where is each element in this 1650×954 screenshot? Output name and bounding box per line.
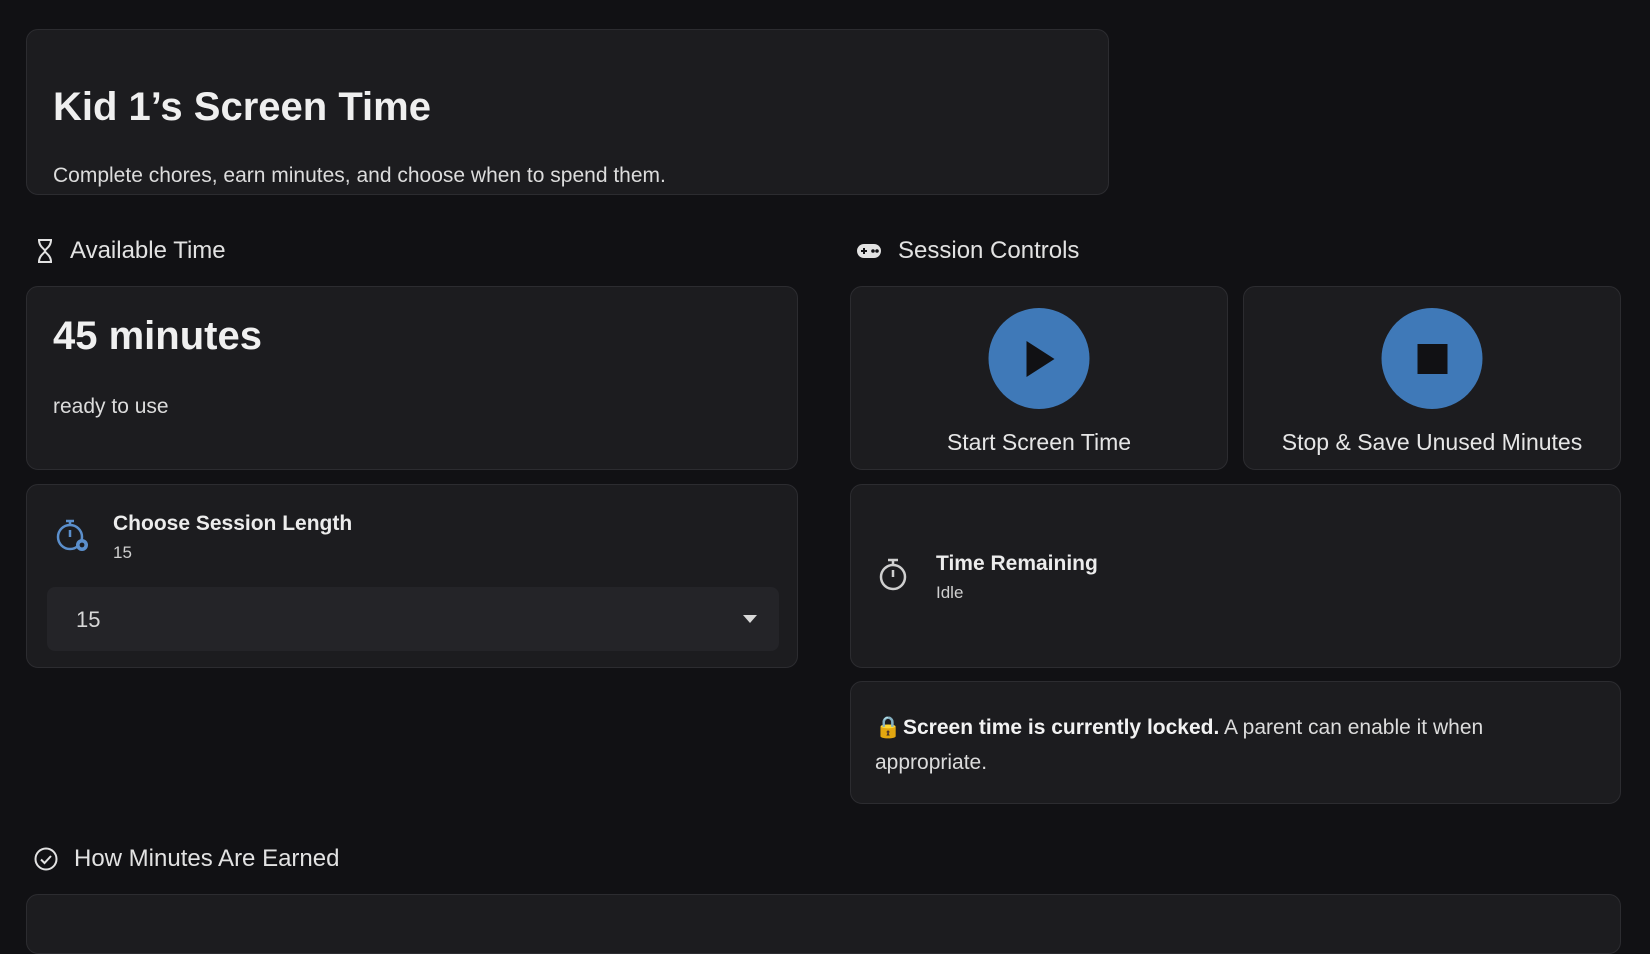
start-button-circle (988, 308, 1090, 409)
session-length-title: Choose Session Length (113, 512, 353, 535)
stopwatch-icon (879, 558, 907, 591)
page-title: Kid 1’s Screen Time (53, 85, 431, 129)
session-length-select[interactable]: 15 (47, 587, 779, 651)
session-length-selected: 15 (76, 607, 101, 632)
how-minutes-earned-title: How Minutes Are Earned (74, 845, 340, 872)
gamepad-icon (857, 244, 881, 258)
stop-button-circle (1381, 308, 1483, 409)
start-button-label: Start Screen Time (946, 429, 1132, 455)
check-circle-icon (34, 847, 58, 871)
session-controls-heading: Session Controls (856, 237, 1079, 265)
stop-button-label: Stop & Save Unused Minutes (1281, 429, 1583, 455)
session-controls-title: Session Controls (898, 237, 1080, 264)
timer-cog-icon (56, 519, 88, 551)
chevron-down-icon (743, 615, 757, 623)
time-remaining-card: Time Remaining Idle (850, 484, 1621, 668)
how-minutes-earned-heading: How Minutes Are Earned (34, 845, 339, 873)
session-length-card: Choose Session Length 15 15 (26, 484, 798, 668)
page-subtitle: Complete chores, earn minutes, and choos… (53, 164, 666, 187)
time-remaining-status: Idle (936, 583, 964, 602)
available-time-card: 45 minutes ready to use (26, 286, 798, 470)
stop-icon (1417, 343, 1447, 374)
session-length-current: 15 (113, 543, 132, 562)
time-remaining-title: Time Remaining (936, 552, 1098, 575)
available-time-heading: Available Time (36, 237, 226, 265)
hourglass-icon (38, 239, 52, 263)
lock-notice-bold: Screen time is currently locked. (903, 716, 1220, 739)
lock-notice-text: 🔒Screen time is currently locked. A pare… (875, 710, 1575, 780)
start-screen-time-button[interactable]: Start Screen Time (850, 286, 1228, 470)
stop-save-button[interactable]: Stop & Save Unused Minutes (1243, 286, 1621, 470)
available-minutes-value: 45 minutes (53, 314, 262, 358)
how-minutes-earned-card (26, 894, 1621, 954)
play-icon (1026, 340, 1054, 377)
available-time-title: Available Time (70, 237, 226, 264)
header-card: Kid 1’s Screen Time Complete chores, ear… (26, 29, 1109, 195)
lock-icon: 🔒 (875, 716, 902, 739)
lock-notice-card: 🔒Screen time is currently locked. A pare… (850, 681, 1621, 804)
available-minutes-caption: ready to use (53, 395, 169, 418)
